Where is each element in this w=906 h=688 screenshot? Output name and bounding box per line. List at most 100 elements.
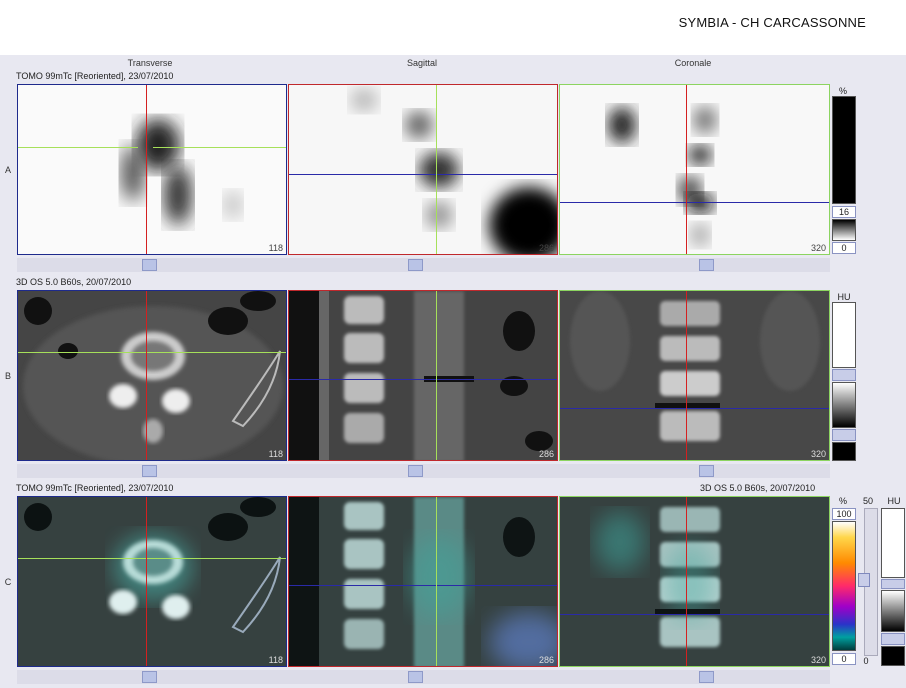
viewport-b-transverse[interactable]: 118 [17, 290, 287, 461]
crosshair-horizontal [560, 614, 829, 615]
row-c-series-label-left: TOMO 99mTc [Reoriented], 23/07/2010 [16, 483, 174, 493]
crosshair-horizontal [560, 408, 829, 409]
crosshair-horizontal [289, 585, 557, 586]
spect-transverse-image [121, 119, 242, 225]
row-b-series-label: 3D OS 5.0 B60s, 20/07/2010 [16, 277, 132, 287]
row-b-grayscale-bar-top[interactable] [832, 302, 856, 368]
row-c-pct-unit: % [838, 496, 847, 506]
row-c-color-scale[interactable] [832, 521, 856, 651]
scrollbar-c-coronal[interactable] [559, 670, 830, 684]
row-c-pct-bottom[interactable]: 0 [832, 653, 856, 665]
row-b-label: B [4, 371, 11, 381]
crosshair-vertical [686, 291, 687, 460]
crosshair-horizontal [560, 202, 829, 203]
fusion-coronal-image [560, 497, 829, 666]
column-header-sagittal: Sagittal [406, 58, 438, 68]
slice-number: 286 [538, 449, 554, 459]
row-c-hu-bar-top[interactable] [881, 508, 905, 578]
scrollbar-c-transverse[interactable] [17, 670, 288, 684]
row-c-series-label-right: 3D OS 5.0 B60s, 20/07/2010 [700, 483, 816, 493]
row-a-label: A [4, 165, 11, 175]
site-title: SYMBIA - CH CARCASSONNE [678, 15, 866, 30]
slice-number: 118 [268, 243, 283, 253]
scroll-thumb[interactable] [142, 259, 157, 271]
row-a-grayscale-bar[interactable] [832, 96, 856, 204]
ct-transverse-image [18, 291, 286, 460]
slice-number: 320 [810, 655, 826, 665]
crosshair-vertical [686, 85, 687, 254]
scroll-thumb[interactable] [408, 259, 423, 271]
row-c-blend-min: 0 [863, 656, 869, 666]
scrollbar-c-sagittal[interactable] [288, 670, 559, 684]
row-c-pct-top[interactable]: 100 [832, 508, 856, 520]
column-header-transverse: Transverse [127, 58, 173, 68]
scrollbar-a-coronal[interactable] [559, 258, 830, 272]
crosshair-horizontal [18, 147, 138, 148]
row-c-label: C [4, 577, 12, 587]
slice-number: 118 [268, 449, 283, 459]
row-b-scale-unit: HU [837, 292, 851, 302]
viewport-a-transverse[interactable]: 118 [17, 84, 287, 255]
scroll-thumb[interactable] [699, 465, 714, 477]
ct-sagittal-image [289, 291, 557, 460]
viewport-a-coronal[interactable]: 320 [559, 84, 830, 255]
row-a-scale-upper[interactable]: 16 [832, 206, 856, 218]
scrollbar-b-coronal[interactable] [559, 464, 830, 478]
row-a-scale-lower[interactable]: 0 [832, 242, 856, 254]
row-b-window-lower-handle[interactable] [832, 429, 856, 441]
scrollbar-a-transverse[interactable] [17, 258, 288, 272]
viewport-c-sagittal[interactable]: 286 [288, 496, 558, 667]
crosshair-vertical [436, 85, 437, 254]
row-c-blend-slider-handle[interactable] [858, 573, 870, 587]
slice-number: 118 [268, 655, 283, 665]
scrollbar-a-sagittal[interactable] [288, 258, 559, 272]
row-c-hu-bar-bottom[interactable] [881, 646, 905, 666]
scrollbar-b-sagittal[interactable] [288, 464, 559, 478]
row-c-hu-lower-handle[interactable] [881, 633, 905, 645]
row-c-hu-upper-handle[interactable] [881, 579, 905, 589]
app-header: SYMBIA - CH CARCASSONNE [0, 0, 906, 55]
fusion-sagittal-image [289, 497, 557, 666]
viewport-a-sagittal[interactable]: 286 [288, 84, 558, 255]
row-b-window-bar[interactable] [832, 382, 856, 428]
spect-sagittal-image [350, 88, 557, 254]
scroll-thumb[interactable] [408, 671, 423, 683]
slice-number: 320 [810, 243, 826, 253]
scrollbar-b-transverse[interactable] [17, 464, 288, 478]
scroll-thumb[interactable] [408, 465, 423, 477]
viewport-b-sagittal[interactable]: 286 [288, 290, 558, 461]
slice-number: 320 [810, 449, 826, 459]
scroll-thumb[interactable] [142, 671, 157, 683]
scroll-thumb[interactable] [142, 465, 157, 477]
fusion-transverse-image [18, 497, 286, 666]
scroll-thumb[interactable] [699, 259, 714, 271]
crosshair-horizontal [289, 174, 557, 175]
row-c-hu-window-bar[interactable] [881, 590, 905, 632]
row-c-hu-unit: HU [887, 496, 901, 506]
crosshair-vertical [146, 85, 147, 254]
crosshair-vertical [436, 291, 437, 460]
slice-number: 286 [538, 655, 554, 665]
viewport-c-transverse[interactable]: 118 [17, 496, 287, 667]
row-c-blend-value: 50 [862, 496, 873, 506]
row-b-window-upper-handle[interactable] [832, 369, 856, 381]
ct-coronal-image [560, 291, 829, 460]
scroll-thumb[interactable] [699, 671, 714, 683]
row-a-scale-unit: % [838, 86, 847, 96]
spect-coronal-image [608, 106, 717, 247]
row-b-grayscale-bar-bottom[interactable] [832, 442, 856, 461]
row-a-window-bar[interactable] [832, 219, 856, 241]
viewport-b-coronal[interactable]: 320 [559, 290, 830, 461]
viewport-c-coronal[interactable]: 320 [559, 496, 830, 667]
crosshair-vertical [686, 497, 687, 666]
slice-number: 286 [538, 243, 554, 253]
crosshair-horizontal [289, 379, 557, 380]
column-header-coronal: Coronale [674, 58, 712, 68]
crosshair-vertical [436, 497, 437, 666]
crosshair-vertical [146, 497, 147, 666]
crosshair-vertical [146, 291, 147, 460]
crosshair-horizontal [18, 352, 286, 353]
crosshair-horizontal [18, 558, 286, 559]
row-a-series-label: TOMO 99mTc [Reoriented], 23/07/2010 [16, 71, 174, 81]
crosshair-horizontal-right [153, 147, 286, 148]
